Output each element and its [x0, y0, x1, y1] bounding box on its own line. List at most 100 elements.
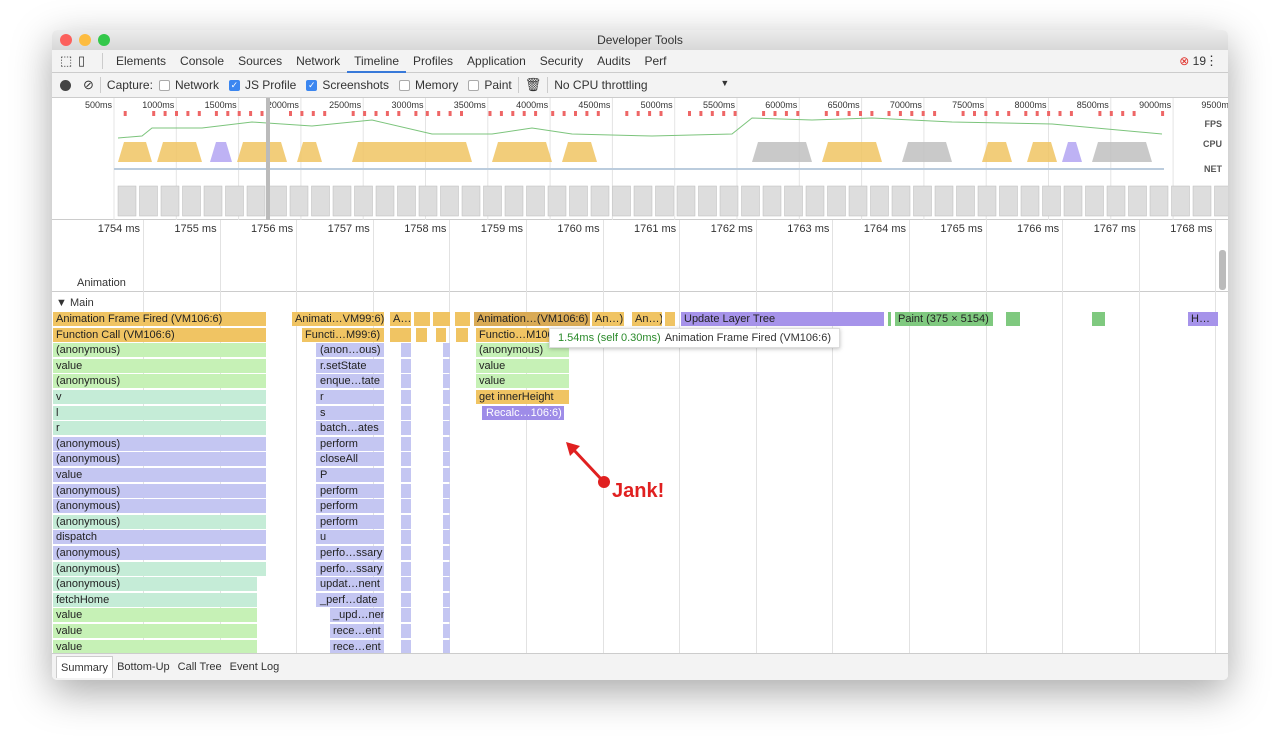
checkbox-icon[interactable]: ✓ — [306, 80, 318, 92]
call-frame[interactable] — [443, 499, 450, 514]
call-frame[interactable]: _perf…date — [316, 592, 384, 607]
call-frame[interactable] — [401, 358, 411, 373]
call-frame[interactable]: rece…ent — [330, 639, 384, 654]
call-frame[interactable] — [443, 639, 450, 654]
call-frame[interactable]: perfo…ssary — [316, 561, 384, 576]
call-frame[interactable]: (anonymous) — [53, 499, 266, 514]
event-block[interactable] — [1006, 312, 1020, 326]
call-frame[interactable] — [443, 608, 450, 623]
call-frame[interactable] — [443, 452, 450, 467]
call-frame[interactable] — [401, 436, 411, 451]
call-frame[interactable]: (anon…ous) — [316, 343, 384, 358]
call-frame[interactable] — [401, 514, 411, 529]
capture-network-checkbox[interactable]: Network — [158, 78, 219, 92]
function-call-block[interactable] — [436, 327, 446, 342]
call-frame[interactable] — [401, 577, 411, 592]
maximize-button[interactable] — [98, 34, 110, 46]
call-frame[interactable]: perform — [316, 483, 384, 498]
event-block[interactable]: Update Layer Tree — [681, 312, 884, 326]
minimize-button[interactable] — [79, 34, 91, 46]
event-block[interactable] — [433, 312, 450, 326]
call-frame[interactable] — [443, 483, 450, 498]
call-frame[interactable] — [401, 390, 411, 404]
event-block[interactable]: Animation…(VM106:6) — [474, 312, 590, 326]
tab-sources[interactable]: Sources — [231, 50, 289, 73]
timeline-overview[interactable]: 500ms 1000ms 1500ms 2000ms 2500ms 3000ms 3500m… — [52, 98, 1228, 220]
call-frame[interactable] — [401, 499, 411, 514]
call-frame[interactable] — [401, 483, 411, 498]
trash-icon[interactable]: 🗑 — [525, 77, 542, 93]
call-frame[interactable] — [443, 436, 450, 451]
call-frame[interactable]: value — [476, 358, 569, 373]
call-frame[interactable]: updat…nent — [316, 577, 384, 592]
error-count[interactable]: ⊗ 19 — [1179, 54, 1206, 68]
call-frame[interactable]: (anonymous) — [53, 546, 266, 560]
call-frame[interactable] — [401, 343, 411, 358]
event-block[interactable]: Animation Frame Fired (VM106:6) — [53, 312, 266, 326]
flame-chart[interactable]: Animation ▼ Main 1754 ms 1755 ms 1756 ms 17… — [52, 220, 1228, 654]
event-block[interactable]: Paint (375 × 5154) — [895, 312, 993, 326]
call-frame[interactable]: s — [316, 405, 384, 420]
call-frame[interactable] — [443, 514, 450, 529]
call-frame[interactable] — [443, 592, 450, 607]
call-frame[interactable] — [443, 577, 450, 592]
call-frame[interactable]: perform — [316, 499, 384, 514]
call-frame[interactable]: batch…ates — [316, 421, 384, 436]
call-frame[interactable]: value — [476, 374, 569, 389]
function-call-block[interactable]: Functi…M99:6) — [302, 327, 384, 342]
call-frame[interactable]: value — [53, 624, 257, 638]
call-frame[interactable] — [401, 592, 411, 607]
call-frame[interactable] — [443, 405, 450, 420]
bottom-tab-summary[interactable]: Summary — [56, 656, 114, 678]
call-frame[interactable] — [401, 639, 411, 654]
event-block[interactable] — [455, 312, 470, 326]
call-frame[interactable]: v — [53, 390, 266, 404]
tab-audits[interactable]: Audits — [590, 50, 637, 73]
call-frame[interactable] — [443, 561, 450, 576]
function-call-block[interactable] — [416, 327, 427, 342]
event-block[interactable]: An…) — [632, 312, 662, 326]
tab-console[interactable]: Console — [173, 50, 231, 73]
bottom-tab-call-tree[interactable]: Call Tree — [174, 656, 226, 678]
call-frame[interactable] — [443, 546, 450, 560]
event-block[interactable] — [414, 312, 430, 326]
record-button[interactable] — [60, 79, 71, 91]
call-frame[interactable] — [443, 624, 450, 638]
call-frame[interactable]: value — [53, 639, 257, 654]
capture-paint-checkbox[interactable]: Paint — [468, 78, 512, 92]
call-frame[interactable]: value — [53, 608, 257, 623]
function-call-block[interactable]: Function Call (VM106:6) — [53, 327, 266, 342]
call-frame[interactable] — [401, 546, 411, 560]
close-button[interactable] — [60, 34, 72, 46]
call-frame[interactable]: (anonymous) — [53, 374, 266, 389]
checkbox-icon[interactable] — [468, 80, 480, 92]
event-block[interactable]: An…) — [592, 312, 624, 326]
event-block[interactable] — [665, 312, 675, 326]
inspect-element-icon[interactable]: ⬚ — [60, 53, 78, 69]
call-frame[interactable]: perfo…ssary — [316, 546, 384, 560]
call-frame[interactable]: enque…tate — [316, 374, 384, 389]
checkbox-icon[interactable] — [399, 80, 411, 92]
call-frame[interactable]: (anonymous) — [53, 483, 266, 498]
call-frame[interactable] — [443, 530, 450, 545]
bottom-tab-bottom-up[interactable]: Bottom-Up — [113, 656, 174, 678]
call-frame[interactable] — [401, 468, 411, 482]
call-frame[interactable]: dispatch — [53, 530, 266, 545]
tab-network[interactable]: Network — [289, 50, 347, 73]
call-frame[interactable]: (anonymous) — [53, 343, 266, 358]
cpu-throttling-select[interactable]: No CPU throttling ▼ — [554, 78, 729, 92]
call-frame[interactable] — [401, 374, 411, 389]
call-frame[interactable]: perform — [316, 436, 384, 451]
call-frame[interactable] — [401, 608, 411, 623]
checkbox-icon[interactable]: ✓ — [228, 80, 240, 92]
call-frame[interactable]: value — [53, 468, 266, 482]
tab-application[interactable]: Application — [460, 50, 533, 73]
clear-icon[interactable]: ⊘ — [83, 77, 94, 93]
capture-screenshots-checkbox[interactable]: ✓ Screenshots — [306, 78, 389, 92]
event-block[interactable]: Animati…VM99:6) — [292, 312, 384, 326]
bottom-tab-event-log[interactable]: Event Log — [226, 656, 284, 678]
call-frame[interactable] — [401, 421, 411, 436]
capture-js-profile-checkbox[interactable]: ✓ JS Profile — [228, 78, 296, 92]
call-frame[interactable]: closeAll — [316, 452, 384, 467]
event-block[interactable]: H… — [1188, 312, 1218, 326]
